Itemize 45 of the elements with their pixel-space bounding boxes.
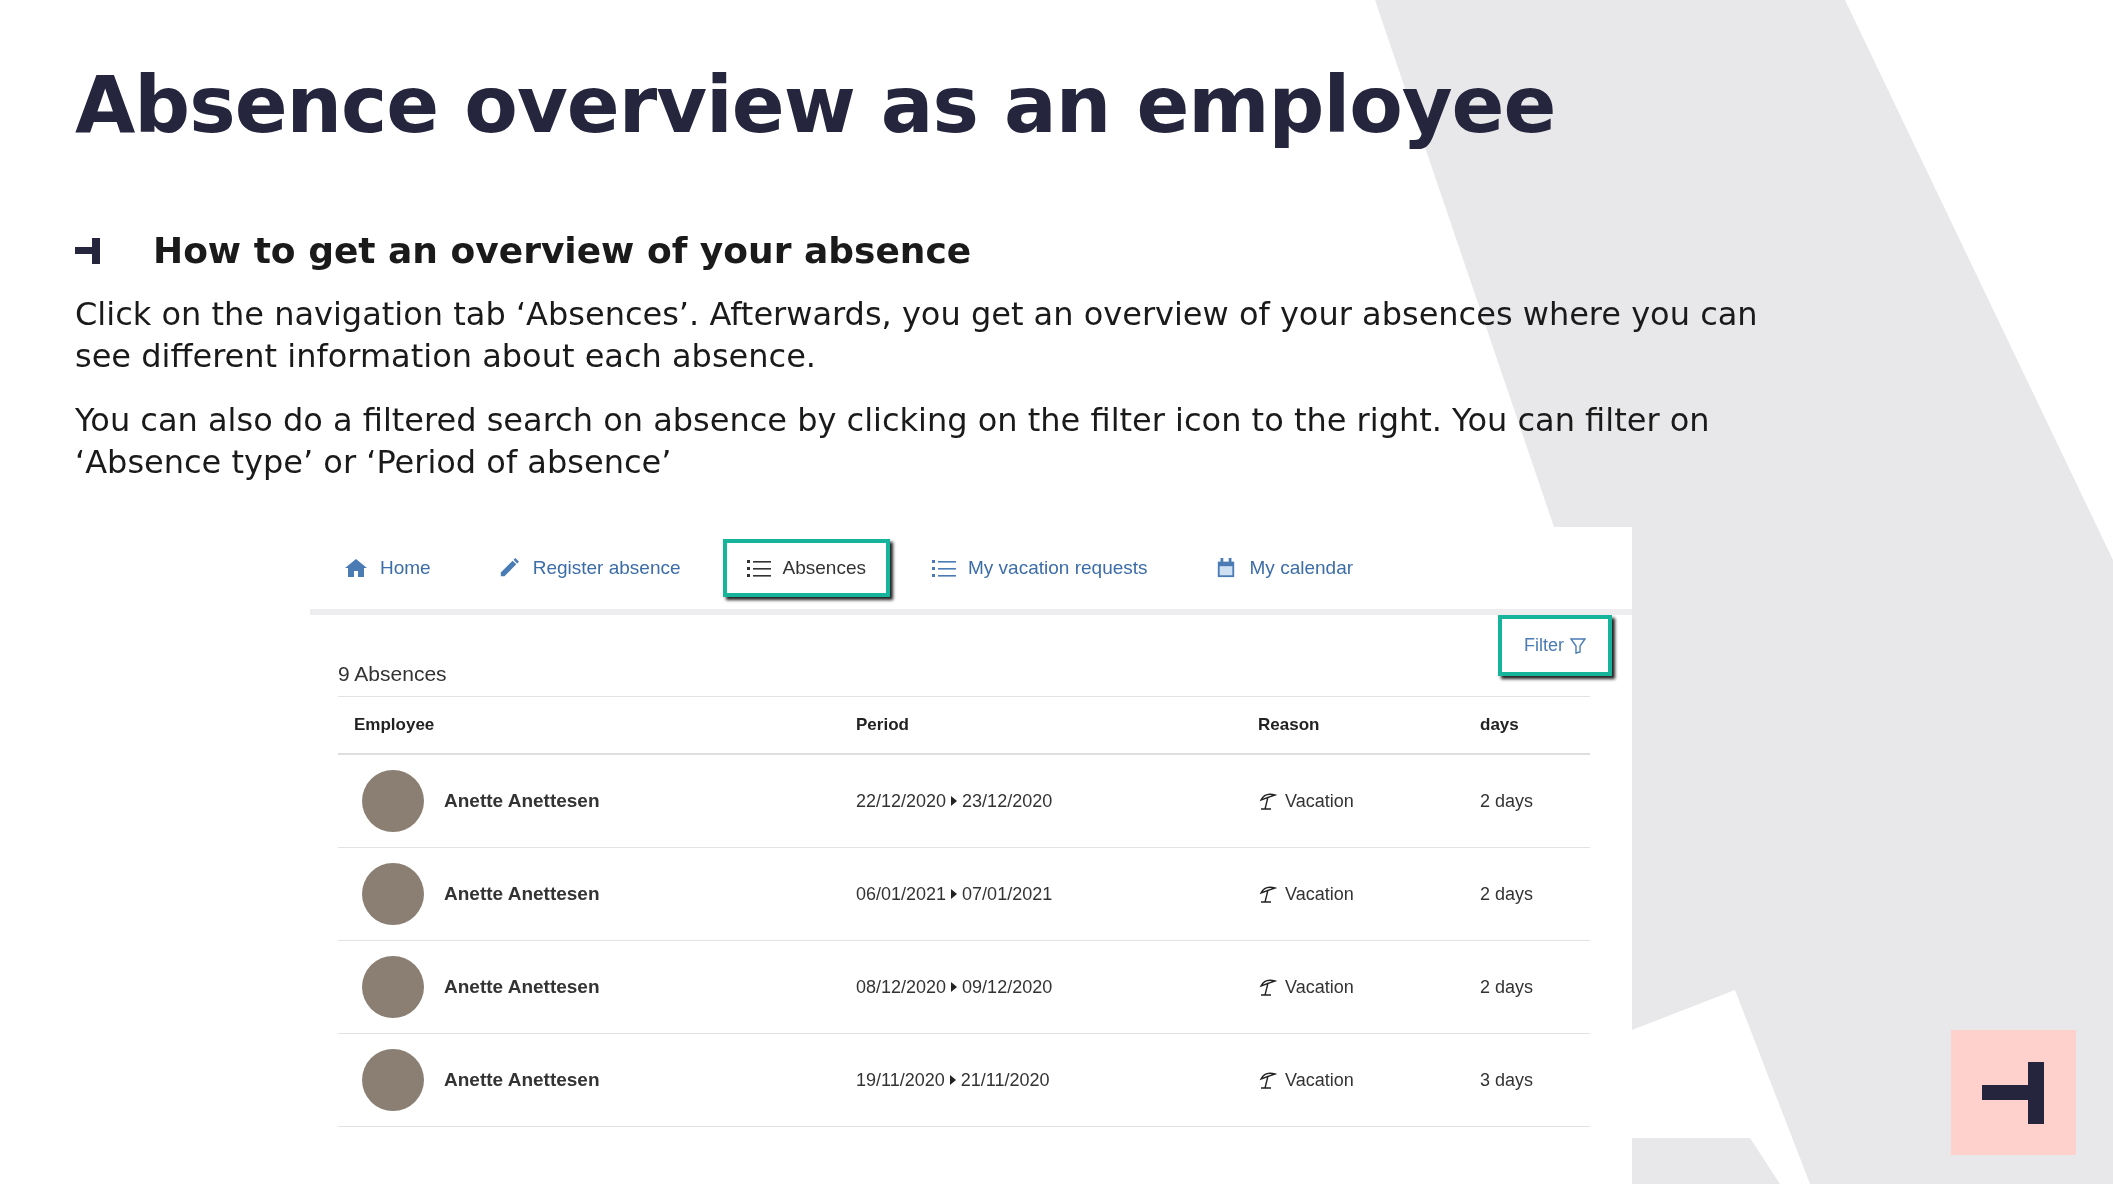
- slide-title: Absence overview as an employee: [75, 60, 1557, 150]
- list-icon: [746, 558, 771, 578]
- start-date: 06/01/2021: [856, 883, 947, 905]
- end-date: 09/12/2020: [962, 976, 1053, 998]
- column-header: Employee: [338, 696, 840, 754]
- filter-button[interactable]: Filter: [1498, 615, 1612, 676]
- end-date: 23/12/2020: [962, 790, 1053, 812]
- reason-text: Vacation: [1285, 790, 1354, 812]
- days-cell: 3 days: [1464, 1033, 1590, 1127]
- employee-name: Anette Anettesen: [444, 790, 600, 812]
- home-icon: [344, 558, 368, 578]
- days-cell: 2 days: [1464, 847, 1590, 941]
- employee-name: Anette Anettesen: [444, 883, 600, 905]
- employee-name: Anette Anettesen: [444, 976, 600, 998]
- body-text: You can also do a filtered search on absence by clicking on the filter icon to the right. You can filter on ‘Absence type’ or ‘Period of absence’: [75, 400, 1711, 483]
- column-header: days: [1464, 696, 1590, 754]
- triangle-icon: [951, 889, 958, 899]
- start-date: 22/12/2020: [856, 790, 947, 812]
- absence-count: 9 Absences: [338, 662, 448, 687]
- reason-text: Vacation: [1285, 976, 1354, 998]
- nav-tab[interactable]: My vacation requests: [908, 539, 1172, 597]
- end-date: 21/11/2020: [960, 1069, 1050, 1091]
- nav-tab[interactable]: My calendar: [1189, 539, 1378, 597]
- days-cell: 2 days: [1464, 754, 1590, 848]
- body-text: Click on the navigation tab ‘Absences’. Afterwards, you get an overview of your absences where you can see different information about each absence.: [75, 294, 1759, 377]
- days-cell: 2 days: [1464, 940, 1590, 1034]
- triangle-icon: [949, 1075, 956, 1085]
- triangle-icon: [951, 796, 958, 806]
- nav-tab[interactable]: Register absence: [472, 539, 705, 597]
- list-icon: [932, 558, 956, 578]
- end-date: 07/01/2021: [962, 883, 1053, 905]
- nav-tab[interactable]: Home: [320, 539, 455, 597]
- reason-text: Vacation: [1285, 1069, 1354, 1091]
- triangle-icon: [951, 982, 958, 992]
- start-date: 19/11/2020: [856, 1069, 945, 1091]
- reason-text: Vacation: [1285, 883, 1354, 905]
- start-date: 08/12/2020: [856, 976, 947, 998]
- bracket-icon: [1981, 1061, 2046, 1124]
- filter-icon: [1570, 637, 1586, 654]
- employee-name: Anette Anettesen: [444, 1069, 600, 1091]
- column-header: Reason: [1242, 696, 1464, 754]
- nav-tab[interactable]: Absences: [722, 539, 890, 597]
- column-header: Period: [840, 696, 1242, 754]
- section-heading: How to get an overview of your absence: [153, 230, 972, 271]
- bracket-icon: [75, 237, 103, 264]
